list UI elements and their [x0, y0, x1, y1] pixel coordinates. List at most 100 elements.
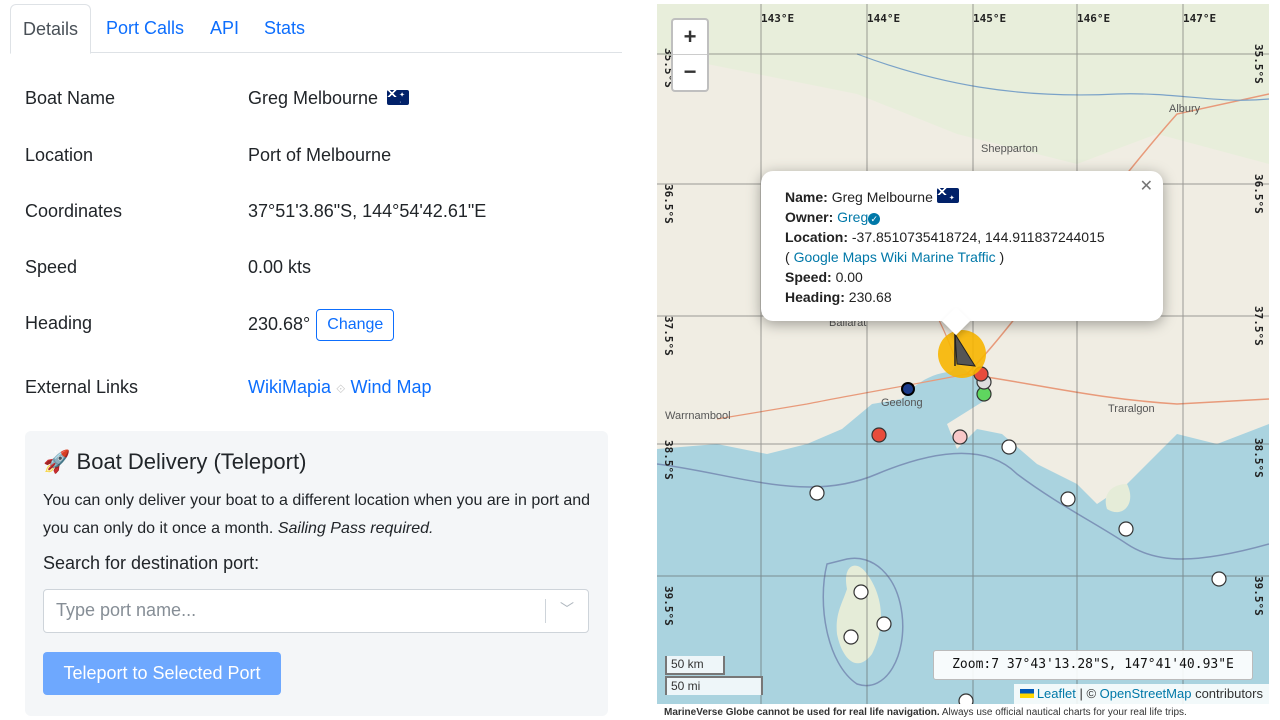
port-marker[interactable] — [871, 427, 887, 443]
lat-label: 37.5°S — [662, 316, 675, 356]
lat-label: 38.5°S — [1252, 438, 1265, 478]
island — [836, 565, 882, 664]
map-attribution: Leaflet | © OpenStreetMap contributors — [1013, 684, 1269, 704]
destination-search-label: Search for destination port: — [43, 553, 260, 573]
port-marker[interactable] — [843, 629, 859, 645]
location-label: Location — [25, 145, 94, 165]
boat-delivery-title: 🚀 Boat Delivery (Teleport) — [43, 449, 306, 475]
coordinates-value: 37°51'3.86"S, 144°54'42.61"E — [248, 201, 487, 221]
speed-value: 0.00 kts — [248, 257, 312, 277]
wiki-link[interactable]: Wiki — [881, 249, 907, 265]
australia-flag-icon — [936, 188, 959, 203]
owner-link[interactable]: Greg — [837, 209, 868, 225]
port-marker[interactable] — [853, 584, 869, 600]
lat-label: 36.5°S — [1252, 174, 1265, 214]
attribution-separator: | © — [1075, 686, 1100, 701]
tab-api[interactable]: API — [210, 4, 239, 52]
verified-icon: ✓ — [868, 213, 881, 225]
leaflet-link[interactable]: Leaflet — [1037, 686, 1076, 701]
speed-label: Speed — [25, 257, 78, 277]
popup-location: -37.8510735418724, 144.911837244015 — [851, 229, 1105, 245]
popup-name-row: Name: Greg Melbourne — [785, 187, 1105, 207]
coordinates-label: Coordinates — [25, 201, 123, 221]
heading-text: 230.68° — [248, 313, 311, 334]
boat-name-label: Boat Name — [25, 88, 116, 108]
boat-delivery-title-text: Boat Delivery (Teleport) — [76, 449, 307, 474]
port-marker[interactable] — [958, 693, 974, 704]
map-view[interactable]: 143°E 144°E 145°E 146°E 147°E 35.5°S 36.… — [657, 4, 1269, 704]
attribution-tail: contributors — [1191, 686, 1263, 701]
close-icon[interactable]: ✕ — [1140, 177, 1153, 197]
scale-km: 50 km — [665, 656, 725, 675]
details-panel: Details Port Calls API Stats Boat Name G… — [0, 0, 640, 720]
boat-popup: ✕ Name: Greg Melbourne Owner: Greg✓ Loca… — [761, 171, 1163, 336]
lon-label: 147°E — [1183, 12, 1217, 25]
popup-links-row: ( Google Maps Wiki Marine Traffic ) — [785, 247, 1105, 267]
destination-port-select[interactable]: Type port name... ﹀ — [43, 589, 589, 633]
popup-owner-label: Owner: — [785, 209, 834, 225]
popup-location-label: Location: — [785, 229, 848, 245]
boat-marker-other[interactable] — [901, 382, 915, 396]
popup-owner-row: Owner: Greg ✓ — [785, 207, 1105, 227]
teleport-button[interactable]: Teleport to Selected Port — [43, 652, 281, 695]
ukraine-flag-icon — [1019, 689, 1034, 698]
change-heading-button[interactable]: Change — [316, 309, 395, 341]
lat-label: 39.5°S — [1252, 576, 1265, 616]
port-marker[interactable] — [1060, 491, 1076, 507]
tab-details[interactable]: Details — [10, 4, 92, 54]
port-marker[interactable] — [1001, 439, 1017, 455]
boat-delivery-description: You can only deliver your boat to a diff… — [43, 487, 593, 543]
popup-speed-label: Speed: — [785, 269, 832, 285]
heading-label: Heading — [25, 313, 93, 333]
port-marker[interactable] — [952, 429, 968, 445]
lon-label: 144°E — [867, 12, 901, 25]
tab-bar: Details Port Calls API Stats — [10, 4, 622, 54]
chevron-down-icon[interactable]: ﹀ — [560, 599, 574, 619]
popup-heading: 230.68 — [848, 289, 892, 305]
tab-stats[interactable]: Stats — [264, 4, 305, 52]
lon-label: 143°E — [761, 12, 795, 25]
lat-label: 37.5°S — [1252, 306, 1265, 346]
google-maps-link[interactable]: Google Maps — [794, 249, 877, 265]
popup-name-label: Name: — [785, 189, 828, 205]
town-label: Warrnambool — [665, 410, 731, 422]
wikimapia-link[interactable]: WikiMapia — [248, 377, 331, 397]
zoom-in-button[interactable]: + — [673, 20, 707, 55]
lon-label: 145°E — [973, 12, 1007, 25]
wind-map-link[interactable]: Wind Map — [351, 377, 432, 397]
lat-label: 39.5°S — [662, 586, 675, 626]
town-label: Traralgon — [1108, 403, 1155, 415]
popup-location-row: Location: -37.8510735418724, 144.9118372… — [785, 227, 1105, 247]
boat-name-value: Greg Melbourne — [248, 88, 410, 109]
port-marker[interactable] — [809, 485, 825, 501]
port-marker[interactable] — [1118, 521, 1134, 537]
town-label: Shepparton — [981, 143, 1038, 155]
scale-mi: 50 mi — [665, 676, 763, 695]
paren-close: ) — [995, 249, 1005, 265]
map-disclaimer: MarineVerse Globe cannot be used for rea… — [664, 707, 1187, 718]
popup-heading-label: Heading: — [785, 289, 845, 305]
port-marker[interactable] — [876, 616, 892, 632]
popup-speed: 0.00 — [835, 269, 863, 285]
sailing-pass-note: Sailing Pass required. — [277, 520, 434, 537]
wind-icon: ⟐ — [336, 382, 346, 396]
disclaimer-bold: MarineVerse Globe cannot be used for rea… — [664, 707, 940, 718]
disclaimer-rest: Always use official nautical charts for … — [939, 707, 1187, 718]
popup-heading-row: Heading: 230.68 — [785, 287, 1105, 307]
osm-link[interactable]: OpenStreetMap — [1100, 686, 1192, 701]
zoom-out-button[interactable]: − — [673, 55, 707, 89]
select-separator — [545, 599, 546, 623]
tab-port-calls[interactable]: Port Calls — [106, 4, 184, 52]
rocket-icon: 🚀 — [43, 449, 71, 474]
marine-traffic-link[interactable]: Marine Traffic — [911, 249, 996, 265]
location-value: Port of Melbourne — [248, 145, 392, 165]
port-marker[interactable] — [1211, 571, 1227, 587]
depth-contour — [657, 452, 1269, 560]
popup-speed-row: Speed: 0.00 — [785, 267, 1105, 287]
boat-delivery-card: 🚀 Boat Delivery (Teleport) You can only … — [25, 431, 608, 716]
boat-name-text: Greg Melbourne — [248, 88, 379, 108]
heading-value: 230.68° Change — [248, 309, 395, 341]
australia-flag-icon — [387, 90, 410, 105]
zoom-control: + − — [671, 18, 709, 92]
town-label: Albury — [1169, 103, 1201, 115]
